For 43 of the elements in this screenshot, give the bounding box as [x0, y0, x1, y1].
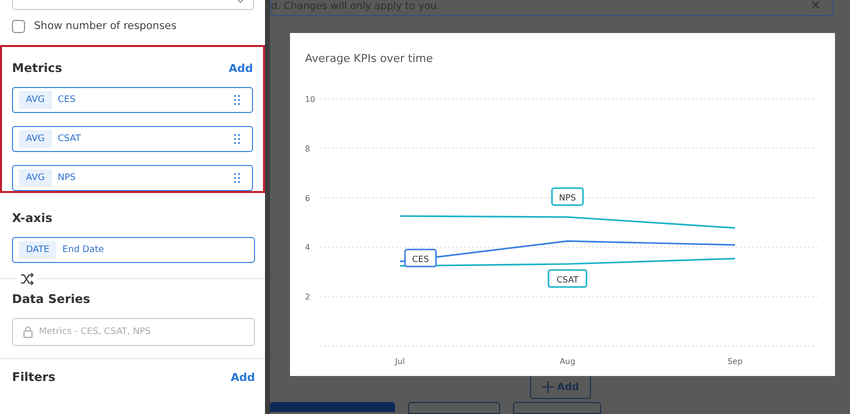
plus-icon — [542, 381, 554, 393]
series-label: NPS — [551, 187, 584, 206]
section-title: Filters — [12, 370, 56, 384]
metric-field[interactable]: AVG CSAT — [12, 126, 253, 152]
series-label: CES — [412, 255, 429, 266]
drag-handle-icon[interactable] — [234, 95, 240, 105]
series-label: NPS — [559, 194, 576, 204]
metric-name: CES — [58, 95, 76, 105]
secondary-button[interactable] — [513, 402, 601, 414]
aggregation-tag: AVG — [19, 91, 52, 109]
checkbox[interactable] — [12, 20, 25, 32]
metric-name: CSAT — [58, 134, 82, 144]
aggregation-tag: AVG — [19, 169, 52, 187]
drag-handle-icon[interactable] — [234, 173, 240, 183]
x-axis-label: Aug — [560, 357, 576, 366]
x-axis-label: Jul — [395, 357, 405, 366]
field-name: End Date — [62, 245, 105, 255]
add-link[interactable]: Add — [230, 370, 255, 384]
metric-field[interactable]: AVG NPS — [12, 165, 253, 191]
checkbox-label: Show number of responses — [34, 20, 177, 32]
secondary-button[interactable] — [408, 402, 500, 414]
section-title: Metrics — [12, 61, 62, 75]
x-axis-field[interactable]: DATE End Date — [12, 237, 255, 263]
section-title: Data Series — [12, 292, 90, 306]
data-series-field[interactable]: Metrics - CES, CSAT, NPS — [12, 318, 255, 346]
series-label: CSAT — [556, 275, 580, 286]
metric-field[interactable]: AVG CES — [12, 87, 253, 113]
type-tag: DATE — [19, 241, 56, 259]
y-tick-label: 10 — [305, 95, 316, 104]
section-title: X-axis — [12, 211, 52, 225]
chart-title: Average KPIs over time — [304, 51, 434, 67]
x-axis-label: Sep — [727, 357, 743, 366]
metric-name: NPS — [58, 173, 77, 183]
aggregation-tag: AVG — [19, 130, 52, 148]
y-tick-label: 4 — [305, 243, 310, 252]
add-link[interactable]: Add — [228, 62, 253, 74]
data-series-input[interactable]: Metrics - CES, CSAT, NPS — [39, 327, 244, 337]
y-tick-label: 2 — [305, 292, 310, 302]
y-tick-label: 6 — [305, 194, 310, 203]
drag-handle-icon[interactable] — [234, 134, 240, 144]
series-label: CSAT — [548, 269, 588, 288]
y-tick-label: 8 — [305, 144, 310, 154]
series-label: CES — [404, 248, 437, 268]
